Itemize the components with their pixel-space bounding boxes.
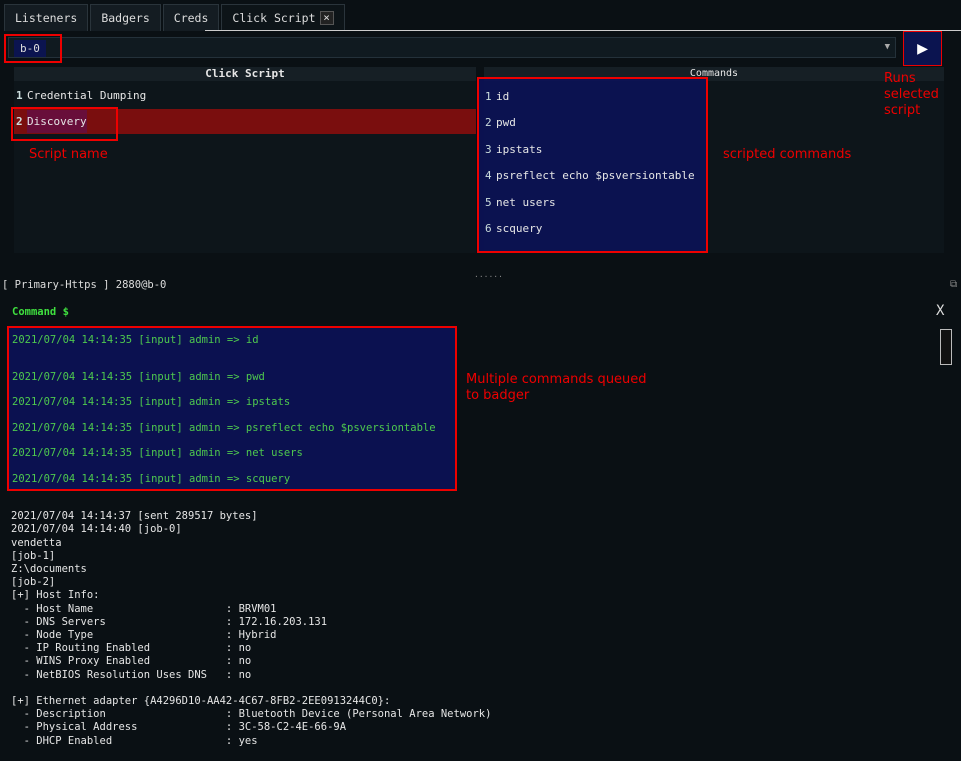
console-input-line: 2021/07/04 14:14:35 [input] admin => ips…: [12, 396, 291, 408]
command-row[interactable]: 3 ipstats: [479, 137, 706, 162]
command-row[interactable]: 5 net users: [479, 190, 706, 215]
command-row[interactable]: 6 scquery: [479, 216, 706, 241]
scripts-header: Click Script: [14, 67, 476, 81]
command-prompt: Command $: [12, 306, 69, 318]
output-line: [job-1]: [11, 549, 56, 562]
tab-bar: Listeners Badgers Creds Click Script ×: [4, 4, 345, 31]
splitter-handle[interactable]: ......: [474, 270, 503, 279]
output-line: - Host Name : BRVM01: [11, 602, 277, 615]
output-line: - DNS Servers : 172.16.203.131: [11, 615, 328, 628]
badger-select[interactable]: b-0 ▼: [8, 37, 896, 58]
chevron-down-icon[interactable]: ▼: [885, 42, 890, 52]
tab-click-script[interactable]: Click Script ×: [221, 4, 345, 30]
script-row[interactable]: 1 Credential Dumping: [14, 83, 476, 108]
run-script-button[interactable]: ▶: [903, 31, 942, 66]
command-row[interactable]: 4 psreflect echo $psversiontable: [479, 163, 706, 188]
row-number: 2: [485, 116, 492, 129]
tab-underline: [205, 30, 961, 31]
annotation-runs: Runs selected script: [884, 71, 939, 118]
console-input-line: 2021/07/04 14:14:35 [input] admin => pwd: [12, 371, 265, 383]
command-text: pwd: [496, 116, 516, 129]
command-text: scquery: [496, 222, 543, 235]
annotation-box-script: [11, 107, 118, 141]
script-name: Credential Dumping: [27, 89, 147, 102]
output-line: [+] Ethernet adapter {A4296D10-AA42-4C67…: [11, 695, 391, 708]
console-input-line: 2021/07/04 14:14:35 [input] admin => scq…: [12, 473, 291, 485]
row-number: 1: [16, 89, 23, 102]
output-line: vendetta: [11, 536, 62, 549]
annotation-script-name: Script name: [29, 147, 108, 162]
queued-commands-box: 2021/07/04 14:14:35 [input] admin => id …: [7, 326, 457, 491]
command-text: psreflect echo $psversiontable: [496, 169, 695, 182]
annotation-scripted-commands: scripted commands: [723, 147, 852, 162]
command-row[interactable]: 2 pwd: [479, 110, 706, 135]
close-console-icon[interactable]: X: [936, 303, 944, 319]
console-input-line: 2021/07/04 14:14:35 [input] admin => id: [12, 334, 259, 346]
output-line: 2021/07/04 14:14:40 [job-0]: [11, 523, 182, 536]
output-line: [+] Host Info:: [11, 589, 100, 602]
row-number: 6: [485, 222, 492, 235]
tab-label: Click Script: [232, 10, 316, 25]
command-text: net users: [496, 196, 556, 209]
output-line: 2021/07/04 14:14:37 [sent 289517 bytes]: [11, 510, 258, 523]
row-number: 5: [485, 196, 492, 209]
row-number: 1: [485, 90, 492, 103]
session-status: [ Primary-Https ] 2880@b-0: [2, 279, 167, 291]
console-output: 2021/07/04 14:14:37 [sent 289517 bytes] 2…: [11, 497, 491, 761]
output-line: - IP Routing Enabled : no: [11, 642, 252, 655]
output-line: - NetBIOS Resolution Uses DNS : no: [11, 668, 252, 681]
output-line: [job-2]: [11, 576, 56, 589]
tab-listeners[interactable]: Listeners: [4, 4, 89, 31]
console-input-line: 2021/07/04 14:14:35 [input] admin => psr…: [12, 422, 436, 434]
row-number: 3: [485, 143, 492, 156]
output-line: Z:\documents: [11, 563, 87, 576]
detach-icon[interactable]: ⧉: [950, 279, 957, 290]
row-number: 4: [485, 169, 492, 182]
output-line: - Physical Address : 3C-58-C2-4E-66-9A: [11, 721, 347, 734]
output-line: - Node Type : Hybrid: [11, 629, 277, 642]
tab-creds[interactable]: Creds: [162, 4, 220, 31]
console-input-line: 2021/07/04 14:14:35 [input] admin => net…: [12, 447, 303, 459]
console-scrollbar[interactable]: [940, 329, 952, 365]
output-line: - Description : Bluetooth Device (Person…: [11, 708, 492, 721]
command-text: id: [496, 90, 510, 103]
play-icon: ▶: [917, 38, 928, 59]
output-line: - WINS Proxy Enabled : no: [11, 655, 252, 668]
tab-badgers[interactable]: Badgers: [90, 4, 161, 31]
commands-list: 1 id 2 pwd 3 ipstats 4 psreflect echo $psver…: [477, 77, 708, 253]
command-text: ipstats: [496, 143, 543, 156]
output-line: - DHCP Enabled : yes: [11, 734, 258, 747]
close-tab-icon[interactable]: ×: [319, 10, 334, 25]
command-row[interactable]: 1 id: [479, 84, 706, 109]
annotation-queued: Multiple commands queued to badger: [466, 372, 647, 403]
annotation-box-badger: [4, 34, 62, 63]
